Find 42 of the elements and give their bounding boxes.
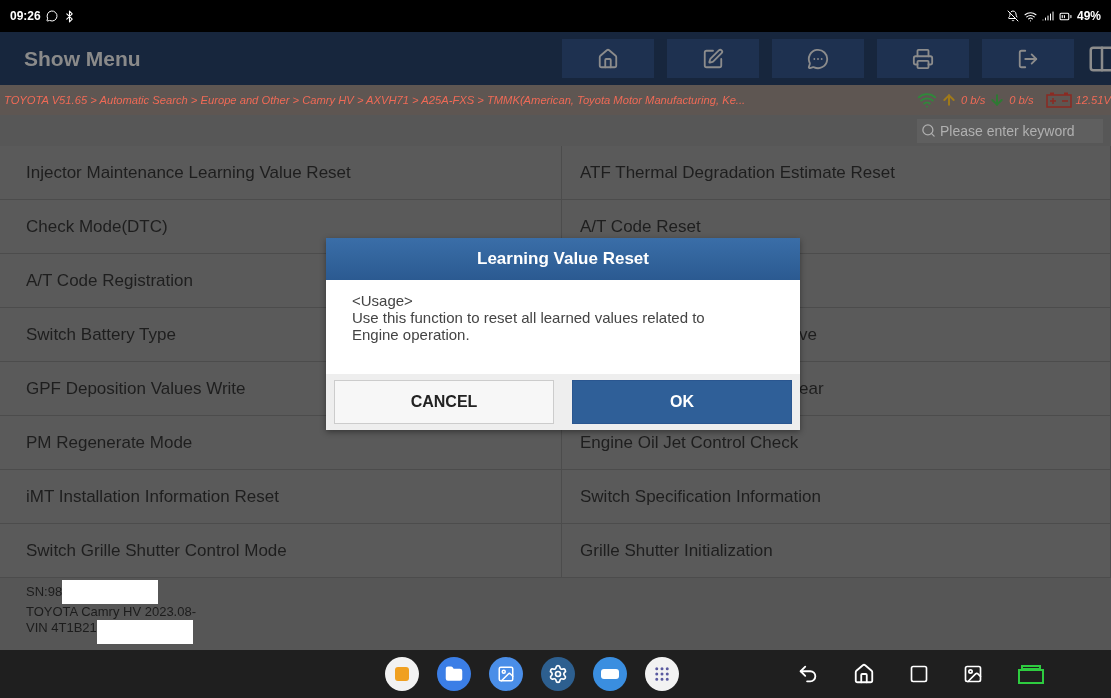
ok-button[interactable]: OK xyxy=(572,380,792,424)
chat-icon xyxy=(807,47,829,70)
page-title: Show Menu xyxy=(24,46,142,71)
wifi-icon xyxy=(917,90,937,110)
voltage: 12.51V xyxy=(1075,94,1111,106)
back-icon[interactable] xyxy=(797,663,819,685)
toolbar-printer-button[interactable] xyxy=(877,39,969,78)
bell-off-icon xyxy=(1006,10,1019,22)
app-icon[interactable] xyxy=(593,657,627,691)
exit-icon xyxy=(1017,47,1039,70)
vin: VIN 4T1B21 xyxy=(26,620,97,637)
toolbar-chat-button[interactable] xyxy=(772,39,864,78)
dialog-text: <Usage> xyxy=(352,292,414,309)
upload-arrow-icon xyxy=(941,92,957,108)
serial-number: SN:98 xyxy=(26,584,63,601)
home-icon[interactable] xyxy=(853,663,875,685)
app-icon[interactable] xyxy=(385,657,419,691)
printer-icon xyxy=(912,47,934,70)
battery-level: 49% xyxy=(1076,9,1101,23)
search-icon xyxy=(921,123,936,138)
breadcrumb: TOYOTA V51.65 > Automatic Search > Europe and Other > Camry HV > AXVH71 > A25A-FXS > TMMK(American, Toyota Motor Manufacturing, Ke... xyxy=(4,94,747,106)
toolbar-home-button[interactable] xyxy=(562,39,654,78)
download-speed: 0 b/s xyxy=(1009,94,1034,106)
toolbar-exit-button[interactable] xyxy=(982,39,1074,78)
chat-icon xyxy=(45,10,58,22)
cancel-button[interactable]: CANCEL xyxy=(334,380,554,424)
recents-icon[interactable] xyxy=(909,664,929,684)
toolbar-edit-button[interactable] xyxy=(667,39,759,78)
gallery-app-icon[interactable] xyxy=(489,657,523,691)
wifi-icon xyxy=(1023,9,1037,23)
upload-speed: 0 b/s xyxy=(961,94,986,106)
vehicle-model: TOYOTA Camry HV 2023.08- xyxy=(26,604,198,620)
settings-icon[interactable] xyxy=(541,657,575,691)
home-icon xyxy=(597,47,619,70)
app-drawer-icon[interactable] xyxy=(645,657,679,691)
dialog-title: Learning Value Reset xyxy=(326,238,800,280)
battery-icon xyxy=(1045,92,1072,108)
screenshot-icon[interactable] xyxy=(963,664,983,684)
clock: 09:26 xyxy=(10,9,41,23)
folder-app-icon[interactable] xyxy=(437,657,471,691)
edit-icon xyxy=(702,47,724,70)
search-field[interactable]: Please enter keyword xyxy=(917,118,1103,143)
